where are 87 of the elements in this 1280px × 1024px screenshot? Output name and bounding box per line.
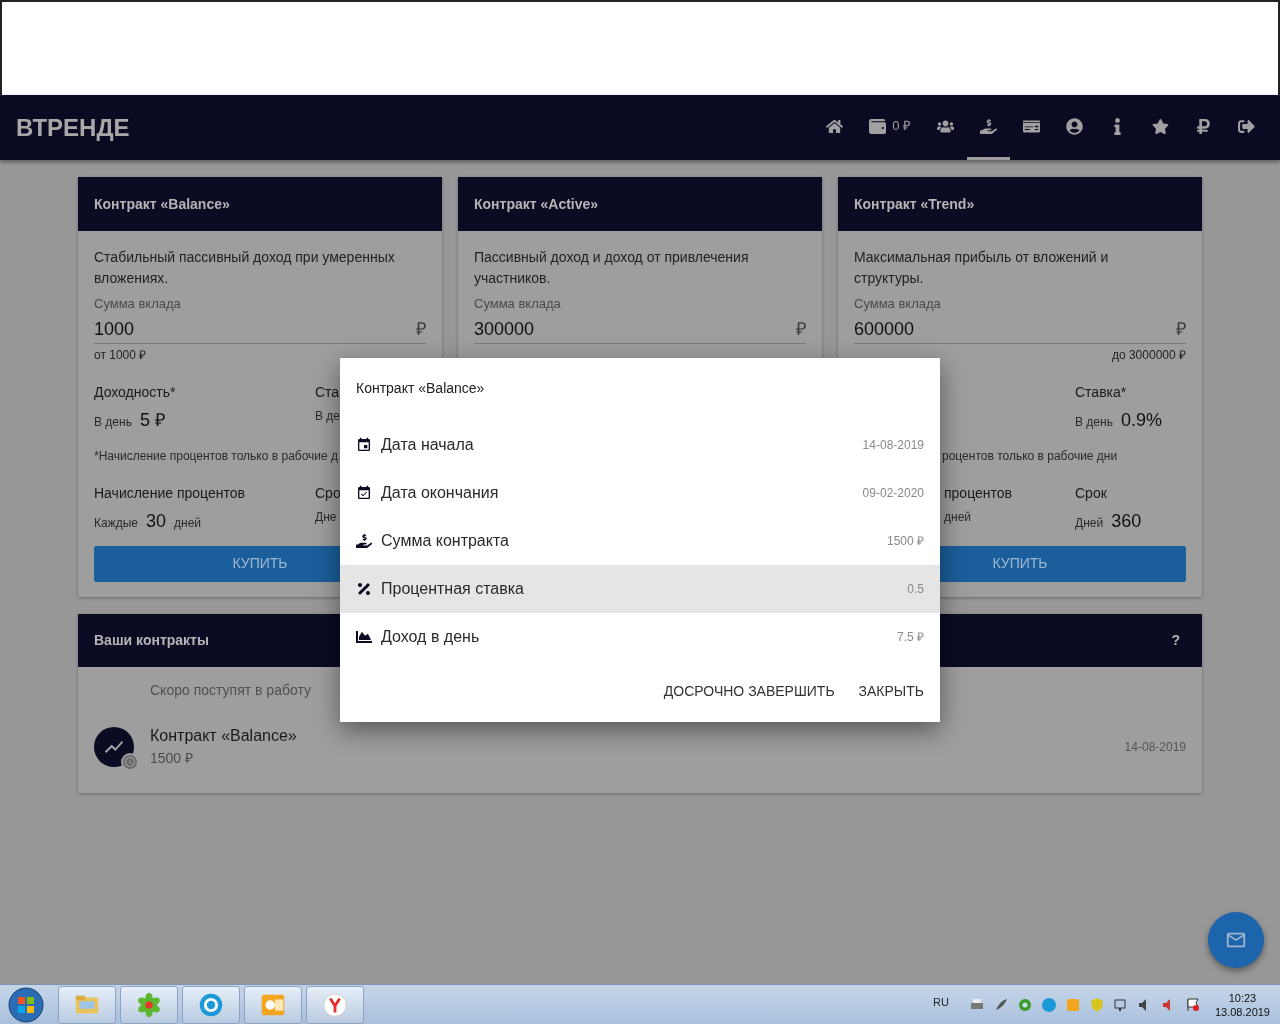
amount-field[interactable]: 1000 ₽ <box>94 315 426 344</box>
help-link[interactable]: ? <box>1171 629 1186 651</box>
contract-name: Контракт «Balance» <box>150 726 298 746</box>
detail-row[interactable]: Процентная ставка 0.5 <box>340 565 940 613</box>
detail-label: Дата начала <box>381 435 475 455</box>
stat-label: Начисление процентов <box>94 483 245 503</box>
message-fab[interactable] <box>1208 912 1264 968</box>
gear-icon[interactable] <box>1016 996 1033 1013</box>
calendar-check-icon <box>356 485 372 501</box>
card-title: Контракт «Active» <box>474 194 599 214</box>
windows-logo-icon <box>8 986 44 1023</box>
stat-prefix: Дней <box>1075 514 1104 532</box>
star-icon <box>1152 117 1169 135</box>
detail-row[interactable]: Сумма контракта 1500 ₽ <box>340 517 940 565</box>
contract-date: 14-08-2019 <box>1124 738 1186 756</box>
wallet-icon <box>869 117 887 135</box>
area-chart-icon <box>356 629 372 645</box>
stat-label: Срок <box>1075 483 1107 503</box>
calendar-icon <box>356 437 372 453</box>
detail-label: Доход в день <box>381 627 481 647</box>
taskbar-app[interactable] <box>182 985 240 1024</box>
stat-label: процентов <box>944 483 1012 503</box>
stat-prefix: В день <box>94 413 132 431</box>
home-icon <box>826 117 844 135</box>
taskbar-app[interactable] <box>120 985 178 1024</box>
hand-coin-icon <box>356 533 372 549</box>
list-subheader: Скоро поступят в работу <box>150 681 311 700</box>
stat-label: Доходность* <box>94 382 176 402</box>
card-title: Контракт «Balance» <box>94 194 230 214</box>
dialog-action-button[interactable]: ЗАКРЫТЬ <box>850 673 932 710</box>
field-label: Сумма вклада <box>854 295 942 313</box>
detail-value: 09-02-2020 <box>862 485 924 502</box>
taskbar-app[interactable] <box>306 985 364 1024</box>
note-text: роцентов только в рабочие дни <box>942 447 1118 465</box>
detail-label: Дата окончания <box>381 483 500 503</box>
card-description: Максимальная прибыль от вложений и структуры. <box>854 248 1110 288</box>
stat-prefix: Дне <box>315 508 337 526</box>
card-title: Контракт «Trend» <box>854 194 975 214</box>
nav-tab[interactable]: 0 ₽ <box>856 95 924 160</box>
flag-icon[interactable] <box>1184 996 1201 1013</box>
detail-value: 0.5 <box>907 581 924 598</box>
detail-row[interactable]: Дата начала 14-08-2019 <box>340 421 940 469</box>
detail-row[interactable]: Доход в день 7.5 ₽ <box>340 613 940 661</box>
field-label: Сумма вклада <box>94 295 182 313</box>
user-icon <box>1066 117 1083 135</box>
detail-label: Процентная ставка <box>381 579 525 599</box>
note-text: *Начисление процентов только в рабочие д <box>94 447 339 465</box>
panel-title: Ваши контракты <box>94 630 209 650</box>
card-description: Пассивный доход и доход от привлечения участников. <box>474 248 750 288</box>
dialog-title: Контракт «Balance» <box>356 380 485 396</box>
detail-value: 7.5 ₽ <box>897 629 924 646</box>
ruble-sign: ₽ <box>1176 317 1186 341</box>
stat-prefix: Каждые <box>94 514 138 532</box>
stat-value: 30 <box>146 509 167 533</box>
contract-amount: 1500 ₽ <box>150 749 195 768</box>
card-description: Стабильный пассивный доход при умеренных вложениях. <box>94 248 396 288</box>
hand-coin-icon <box>980 117 997 135</box>
ruble-sign: ₽ <box>416 317 426 341</box>
field-label: Сумма вклада <box>474 295 562 313</box>
language-indicator[interactable]: RU <box>933 994 949 1011</box>
start-button[interactable] <box>6 985 46 1024</box>
ruble-sign: ₽ <box>796 317 806 341</box>
ruble-icon <box>1195 117 1212 135</box>
detail-value: 14-08-2019 <box>862 437 924 454</box>
stat-value: 5 ₽ <box>139 408 165 432</box>
percent-icon <box>356 581 372 597</box>
min-amount: от 1000 ₽ <box>94 346 147 364</box>
stat-suffix: дней <box>944 508 971 526</box>
taskbar-app[interactable] <box>244 985 302 1024</box>
detail-row[interactable]: Дата окончания 09-02-2020 <box>340 469 940 517</box>
amount-field[interactable]: 600000 ₽ <box>854 315 1186 344</box>
stat-label: Ста <box>315 382 340 402</box>
stat-prefix: В день <box>1075 413 1113 431</box>
clock-date: 13.08.2019 <box>1214 1004 1270 1019</box>
stat-suffix: дней <box>174 514 202 532</box>
stat-label: Ставка* <box>1075 382 1127 402</box>
max-amount: до 3000000 ₽ <box>1111 346 1186 364</box>
stat-label: Сро <box>315 483 341 503</box>
dialog-action-button[interactable]: ДОСРОЧНО ЗАВЕРШИТЬ <box>655 673 843 710</box>
site-logo: ВТРЕНДЕ <box>16 112 130 143</box>
logout-icon <box>1238 117 1255 135</box>
clock-time: 10:23 <box>1228 990 1257 1005</box>
stat-value: 360 <box>1111 509 1142 533</box>
stat-prefix: В де <box>315 407 340 425</box>
stat-value: 0.9% <box>1120 408 1162 432</box>
contract-item[interactable]: Контракт «Balance» 1500 ₽ 14-08-2019 <box>78 714 1202 779</box>
amount-field[interactable]: 300000 ₽ <box>474 315 806 344</box>
